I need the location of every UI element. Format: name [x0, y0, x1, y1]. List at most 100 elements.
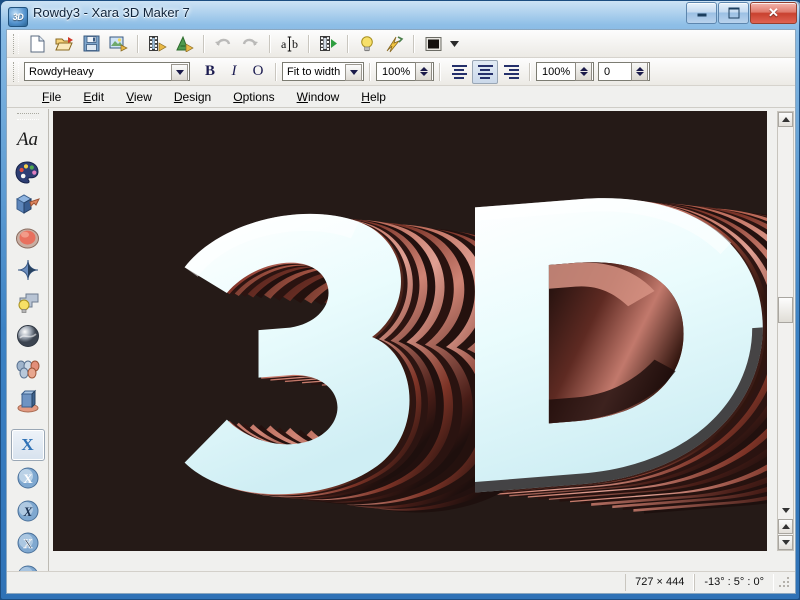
size-value: 100% — [382, 65, 411, 78]
font-value: RowdyHeavy — [29, 65, 94, 78]
sidebar-item-colour-options[interactable] — [11, 156, 45, 188]
lighting-button[interactable] — [354, 31, 380, 56]
quick-shade-button[interactable] — [381, 31, 407, 56]
menu-window[interactable]: Window — [286, 88, 351, 106]
sidebar-item-shadow-options[interactable] — [11, 255, 45, 287]
sidebar-item-extrude-options[interactable] — [11, 189, 45, 221]
align-centre-button[interactable] — [472, 59, 498, 84]
xara-x-solid-icon: X — [21, 435, 34, 455]
flash-export-icon — [175, 35, 194, 52]
tracking-spinner-arrows[interactable] — [575, 62, 592, 81]
canvas-area — [49, 109, 795, 593]
lightbulb-shape-icon — [18, 293, 38, 313]
3d-text-group — [184, 184, 767, 521]
redo-arrow-icon — [242, 38, 258, 46]
background-colour-button[interactable] — [420, 31, 446, 56]
background-colour-dropdown[interactable] — [447, 31, 462, 56]
vertical-scroll-thumb[interactable] — [778, 297, 793, 323]
leading-value: 0 — [604, 65, 611, 78]
scroll-down-marker[interactable] — [778, 503, 793, 518]
italic-button[interactable]: I — [222, 60, 246, 84]
export-animation-button[interactable] — [144, 31, 170, 56]
sidebar-item-animation-options[interactable] — [11, 353, 45, 385]
display-cylinder-icon — [17, 389, 38, 413]
template-style-3[interactable]: X — [11, 495, 45, 527]
minimize-button[interactable] — [686, 2, 717, 24]
export-image-button[interactable] — [105, 31, 131, 56]
toolbar-separator-3 — [269, 34, 271, 53]
lightbulb-icon — [361, 35, 373, 51]
toolbar-separator-4 — [308, 34, 310, 53]
floppy-disk-icon — [83, 35, 99, 52]
chevron-down-icon — [450, 40, 459, 47]
format-toolbar-grip[interactable] — [13, 61, 19, 82]
maximize-button[interactable] — [718, 2, 749, 24]
save-document-button[interactable] — [78, 31, 104, 56]
size-spinner-arrows[interactable] — [415, 62, 432, 81]
status-rotation: -13° : 5° : 0° — [694, 574, 774, 591]
folder-open-icon — [54, 37, 73, 51]
redo-button[interactable] — [237, 31, 263, 56]
menu-options[interactable]: Options — [222, 88, 285, 106]
sidebar-grip[interactable] — [16, 113, 39, 120]
sidebar-item-text-options[interactable]: Aa — [11, 124, 45, 156]
minimize-icon — [697, 13, 706, 17]
font-combobox[interactable]: RowdyHeavy — [24, 62, 190, 81]
font-dropdown-arrow[interactable] — [171, 64, 188, 81]
3d-text-artwork — [53, 111, 767, 551]
main-toolbar: a b — [7, 30, 795, 58]
close-button[interactable]: ✕ — [750, 2, 797, 24]
svg-text:X: X — [23, 536, 33, 551]
lightning-bolt-icon — [386, 35, 403, 52]
sidebar-item-bevel-options[interactable] — [11, 222, 45, 254]
xara-x-script-icon: X — [17, 500, 38, 522]
tool-sidebar: Aa X X X X — [7, 109, 49, 593]
format-separator-1 — [275, 62, 277, 81]
design-canvas[interactable] — [53, 111, 767, 551]
toolbar-grip[interactable] — [13, 33, 19, 54]
template-style-2[interactable]: X — [11, 462, 45, 494]
menu-help[interactable]: Help — [350, 88, 397, 106]
align-left-button[interactable] — [446, 60, 472, 84]
scroll-page-down-button[interactable] — [778, 535, 793, 550]
resize-grip[interactable] — [778, 576, 792, 590]
template-style-1[interactable]: X — [10, 429, 45, 462]
bold-button[interactable]: B — [198, 60, 222, 84]
scroll-page-up-button[interactable] — [778, 519, 793, 534]
outline-button[interactable]: O — [246, 60, 270, 84]
bold-label: B — [204, 63, 215, 79]
italic-label: I — [231, 63, 237, 79]
text-options-button[interactable]: a b — [276, 31, 302, 56]
template-style-4[interactable]: X — [11, 528, 45, 560]
menu-edit[interactable]: Edit — [72, 88, 115, 106]
fit-dropdown-arrow[interactable] — [345, 64, 362, 81]
text-aa-icon: Aa — [16, 128, 39, 150]
canvas-vertical-scrollbar[interactable] — [777, 111, 794, 551]
animation-preview-button[interactable] — [315, 31, 341, 56]
svg-text:X: X — [22, 504, 32, 519]
client-area: a b RowdyHeavy B I O Fit to width 100% 1… — [6, 29, 796, 594]
menu-design[interactable]: Design — [163, 88, 222, 106]
menu-file[interactable]: File — [31, 88, 72, 106]
undo-button[interactable] — [210, 31, 236, 56]
tracking-spinner[interactable]: 100% — [536, 62, 594, 81]
fit-combobox[interactable]: Fit to width — [282, 62, 364, 81]
svg-text:b: b — [292, 37, 298, 51]
size-spinner[interactable]: 100% — [376, 62, 434, 81]
sidebar-item-texture-options[interactable] — [11, 320, 45, 352]
leading-spinner[interactable]: 0 — [598, 62, 650, 81]
open-document-button[interactable] — [51, 31, 77, 56]
outline-label: O — [252, 63, 264, 79]
animation-rollers-icon — [16, 360, 39, 379]
new-document-button[interactable] — [24, 31, 50, 56]
sidebar-item-display-options[interactable] — [11, 385, 45, 417]
export-flash-button[interactable] — [171, 31, 197, 56]
align-right-button[interactable] — [498, 60, 524, 84]
window-title: Rowdy3 - Xara 3D Maker 7 — [33, 5, 190, 20]
film-play-icon — [319, 36, 337, 51]
leading-spinner-arrows[interactable] — [631, 62, 648, 81]
sidebar-item-lighting-options[interactable] — [11, 287, 45, 319]
titlebar[interactable]: 3D Rowdy3 - Xara 3D Maker 7 ✕ — [1, 1, 800, 31]
menu-view[interactable]: View — [115, 88, 163, 106]
scroll-up-button[interactable] — [778, 112, 793, 127]
